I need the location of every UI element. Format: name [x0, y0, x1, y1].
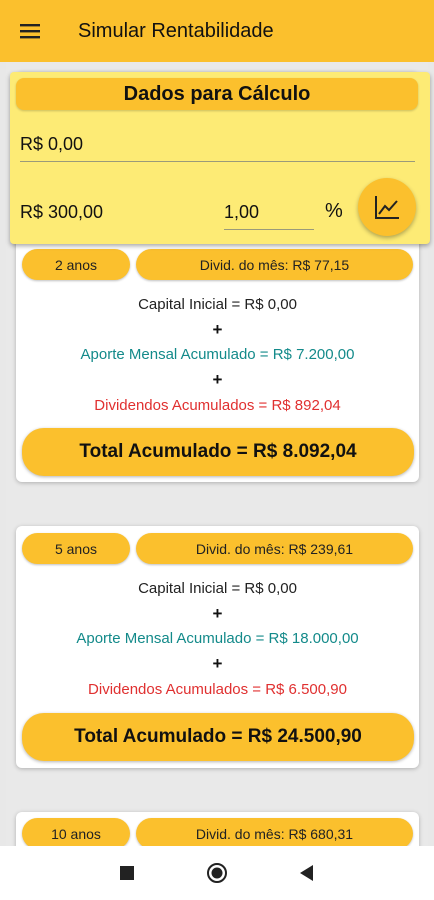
monthly-dividend-badge: Divid. do mês: R$ 680,31 [136, 818, 413, 846]
rate-field[interactable]: 1,00 [224, 196, 314, 230]
period-badge: 5 anos [22, 533, 130, 564]
app-bar: Simular Rentabilidade [0, 0, 434, 62]
accumulated-contribution-line: Aporte Mensal Acumulado = R$ 7.200,00 [80, 346, 355, 363]
monthly-dividend-badge: Divid. do mês: R$ 239,61 [136, 533, 413, 564]
accumulated-contribution-line: Aporte Mensal Acumulado = R$ 18.000,00 [76, 630, 359, 647]
calculation-form: Dados para Cálculo R$ 0,00 R$ 300,00 1,0… [10, 72, 430, 244]
page-title: Simular Rentabilidade [78, 19, 274, 42]
percent-unit-label: % [325, 200, 343, 222]
home-circle-icon[interactable] [197, 853, 237, 893]
plus-sign: + [212, 654, 223, 673]
plus-sign: + [212, 320, 223, 339]
initial-capital-line: Capital Inicial = R$ 0,00 [138, 580, 297, 597]
period-badge: 10 anos [22, 818, 130, 846]
system-navigation-bar [0, 846, 434, 900]
monthly-dividend-badge: Divid. do mês: R$ 77,15 [136, 249, 413, 280]
plus-sign: + [212, 604, 223, 623]
monthly-contribution-field[interactable]: R$ 300,00 [20, 196, 210, 230]
total-accumulated-button[interactable]: Total Acumulado = R$ 8.092,04 [22, 428, 414, 476]
plus-sign: + [212, 370, 223, 389]
accumulated-dividends-line: Dividendos Acumulados = R$ 892,04 [94, 397, 341, 414]
simulate-chart-button[interactable] [358, 178, 416, 236]
result-card-5-anos: 5 anos Divid. do mês: R$ 239,61 Capital … [16, 526, 419, 768]
total-accumulated-button[interactable]: Total Acumulado = R$ 24.500,90 [22, 713, 414, 761]
result-card-10-anos: 10 anos Divid. do mês: R$ 680,31 [16, 812, 419, 846]
initial-capital-field[interactable]: R$ 0,00 [20, 128, 415, 162]
trending-up-icon [375, 196, 399, 219]
form-header: Dados para Cálculo [16, 78, 418, 110]
recents-square-icon[interactable] [107, 853, 147, 893]
hamburger-menu-icon[interactable] [0, 0, 60, 62]
accumulated-dividends-line: Dividendos Acumulados = R$ 6.500,90 [88, 681, 347, 698]
period-badge: 2 anos [22, 249, 130, 280]
back-triangle-icon[interactable] [287, 853, 327, 893]
initial-capital-line: Capital Inicial = R$ 0,00 [138, 296, 297, 313]
